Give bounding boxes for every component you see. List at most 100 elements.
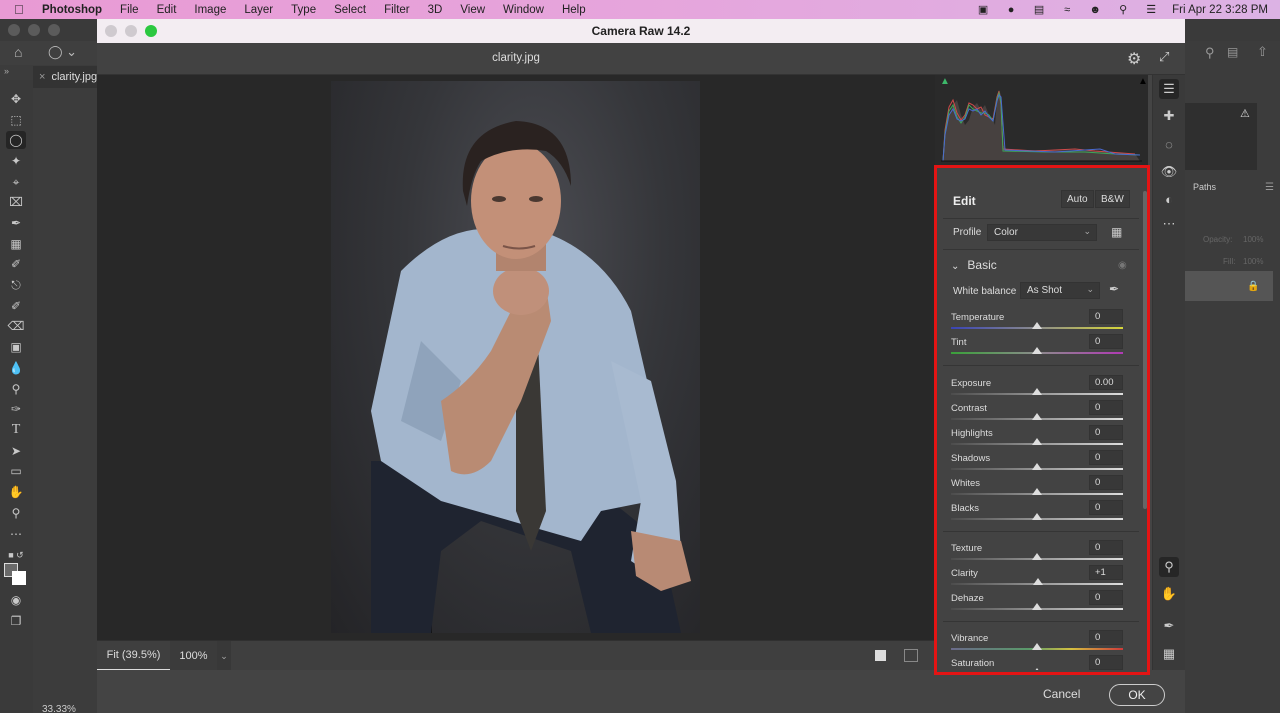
screen-mode-icon[interactable]: ❐ bbox=[6, 612, 26, 630]
paths-tab[interactable]: Paths bbox=[1193, 182, 1216, 192]
zoom-icon[interactable]: ⚲ bbox=[1159, 557, 1179, 577]
slider-thumb[interactable] bbox=[1032, 322, 1042, 329]
close-tab-icon[interactable]: × bbox=[39, 71, 45, 83]
eraser-tool-icon[interactable]: ⌫ bbox=[6, 317, 26, 335]
dialog-minimize-button[interactable] bbox=[125, 25, 137, 37]
white-balance-select[interactable]: As Shot ⌄ bbox=[1020, 282, 1100, 299]
more-tools-icon[interactable]: ⋯ bbox=[6, 525, 26, 543]
panel-menu-icon[interactable]: ☰ bbox=[1265, 182, 1274, 193]
basic-section-header[interactable]: ⌄ Basic bbox=[951, 258, 997, 272]
slider-thumb[interactable] bbox=[1032, 463, 1042, 470]
clock[interactable]: Fri Apr 22 3:28 PM bbox=[1172, 4, 1268, 16]
single-view-icon[interactable] bbox=[875, 650, 886, 661]
home-icon[interactable]: ⌂ bbox=[14, 44, 30, 60]
pen-tool-icon[interactable]: ✑ bbox=[6, 400, 26, 418]
brush-tool-icon[interactable]: ✐ bbox=[6, 255, 26, 273]
menu-select[interactable]: Select bbox=[334, 4, 366, 16]
panel-scrollbar[interactable] bbox=[1143, 191, 1147, 509]
control-center-icon[interactable]: ☰ bbox=[1144, 4, 1158, 16]
highlight-clipping-icon[interactable]: ▲ bbox=[1138, 76, 1148, 87]
user-icon[interactable]: ☻ bbox=[1088, 4, 1102, 16]
healing-brush-tool-icon[interactable]: ▦ bbox=[6, 235, 26, 253]
white-balance-eyedropper-icon[interactable]: ✒ bbox=[1109, 282, 1119, 296]
wifi-icon[interactable]: ≈ bbox=[1060, 4, 1074, 16]
slider-value-input[interactable]: 0 bbox=[1089, 450, 1123, 465]
background-color-swatch[interactable] bbox=[12, 571, 26, 585]
profile-browser-icon[interactable]: ▦ bbox=[1111, 225, 1122, 239]
presets-icon[interactable]: ◐ bbox=[1159, 189, 1179, 209]
menu-type[interactable]: Type bbox=[291, 4, 316, 16]
visibility-eye-icon[interactable]: ◉ bbox=[1118, 260, 1127, 271]
slider-thumb[interactable] bbox=[1032, 668, 1042, 670]
spotlight-search-icon[interactable]: ⚲ bbox=[1116, 4, 1130, 16]
slider-value-input[interactable]: 0 bbox=[1089, 630, 1123, 645]
lasso-options-icon[interactable]: ◯ ⌄ bbox=[48, 44, 77, 60]
fullscreen-icon[interactable]: ⤢ bbox=[1159, 49, 1175, 65]
shadow-clipping-icon[interactable]: ▲ bbox=[940, 76, 950, 87]
opacity-value[interactable]: 100% bbox=[1243, 235, 1263, 244]
camera-icon[interactable]: ▣ bbox=[976, 4, 990, 16]
menu-image[interactable]: Image bbox=[194, 4, 226, 16]
marquee-tool-icon[interactable]: ⬚ bbox=[6, 111, 26, 129]
path-selection-tool-icon[interactable]: ➤ bbox=[6, 442, 26, 460]
menu-view[interactable]: View bbox=[460, 4, 485, 16]
hand-icon[interactable]: ✋ bbox=[1159, 584, 1179, 604]
dialog-close-button[interactable] bbox=[105, 25, 117, 37]
share-icon[interactable]: ⇧ bbox=[1257, 44, 1268, 60]
lasso-tool-icon[interactable]: ◯ bbox=[6, 131, 26, 149]
close-button[interactable] bbox=[8, 24, 20, 36]
gear-icon[interactable]: ⚙ bbox=[1127, 49, 1143, 68]
gradient-tool-icon[interactable]: ▣ bbox=[6, 338, 26, 356]
color-sampler-icon[interactable]: ✒ bbox=[1159, 616, 1179, 636]
slider-thumb[interactable] bbox=[1032, 388, 1042, 395]
slider-thumb[interactable] bbox=[1032, 578, 1043, 585]
slider-thumb[interactable] bbox=[1032, 413, 1042, 420]
window-icon[interactable]: ▤ bbox=[1032, 4, 1046, 16]
menu-help[interactable]: Help bbox=[562, 4, 586, 16]
menu-layer[interactable]: Layer bbox=[244, 4, 273, 16]
layer-row[interactable] bbox=[1185, 271, 1273, 301]
slider-value-input[interactable]: 0.00 bbox=[1089, 375, 1123, 390]
menu-app[interactable]: Photoshop bbox=[42, 4, 102, 16]
workspace-icon[interactable]: ▤ bbox=[1227, 45, 1238, 59]
zoom-button[interactable] bbox=[48, 24, 60, 36]
menu-file[interactable]: File bbox=[120, 4, 139, 16]
slider-thumb[interactable] bbox=[1032, 347, 1042, 354]
healing-icon[interactable]: ✚ bbox=[1159, 106, 1179, 126]
slider-thumb[interactable] bbox=[1032, 513, 1042, 520]
bw-button[interactable]: B&W bbox=[1095, 190, 1130, 208]
menu-edit[interactable]: Edit bbox=[157, 4, 177, 16]
frame-tool-icon[interactable]: ⌧ bbox=[6, 193, 26, 211]
edit-sliders-icon[interactable]: ☰ bbox=[1159, 79, 1179, 99]
slider-thumb[interactable] bbox=[1032, 603, 1042, 610]
slider-thumb[interactable] bbox=[1032, 643, 1042, 650]
document-tab[interactable]: × clarity.jpg bbox=[33, 66, 97, 88]
zoom-tool-icon[interactable]: ⚲ bbox=[6, 504, 26, 522]
more-options-icon[interactable]: ⋯ bbox=[1159, 214, 1179, 234]
slider-thumb[interactable] bbox=[1032, 553, 1042, 560]
slider-value-input[interactable]: 0 bbox=[1089, 590, 1123, 605]
slider-value-input[interactable]: +1 bbox=[1089, 565, 1123, 580]
zoom-100-button[interactable]: 100% bbox=[170, 641, 217, 671]
grid-icon[interactable]: ▦ bbox=[1159, 644, 1179, 664]
slider-value-input[interactable]: 0 bbox=[1089, 400, 1123, 415]
rectangle-tool-icon[interactable]: ▭ bbox=[6, 462, 26, 480]
slider-value-input[interactable]: 0 bbox=[1089, 540, 1123, 555]
slider-value-input[interactable]: 0 bbox=[1089, 500, 1123, 515]
slider-thumb[interactable] bbox=[1032, 438, 1042, 445]
apple-icon[interactable]:  bbox=[14, 2, 28, 17]
swap-colors-icon[interactable]: ■ ↺ bbox=[6, 546, 26, 564]
slider-value-input[interactable]: 0 bbox=[1089, 309, 1123, 324]
creative-cloud-icon[interactable]: ● bbox=[1004, 4, 1018, 16]
menu-filter[interactable]: Filter bbox=[384, 4, 410, 16]
menu-window[interactable]: Window bbox=[503, 4, 544, 16]
minimize-button[interactable] bbox=[28, 24, 40, 36]
collapse-icon[interactable]: » bbox=[4, 66, 9, 76]
type-tool-icon[interactable]: T bbox=[6, 421, 26, 439]
move-tool-icon[interactable]: ✥ bbox=[6, 90, 26, 108]
ok-button[interactable]: OK bbox=[1109, 684, 1165, 706]
auto-button[interactable]: Auto bbox=[1061, 190, 1094, 208]
stamp-tool-icon[interactable]: ⎋ bbox=[6, 276, 26, 294]
slider-value-input[interactable]: 0 bbox=[1089, 475, 1123, 490]
zoom-dropdown-icon[interactable]: ⌄ bbox=[217, 641, 231, 671]
